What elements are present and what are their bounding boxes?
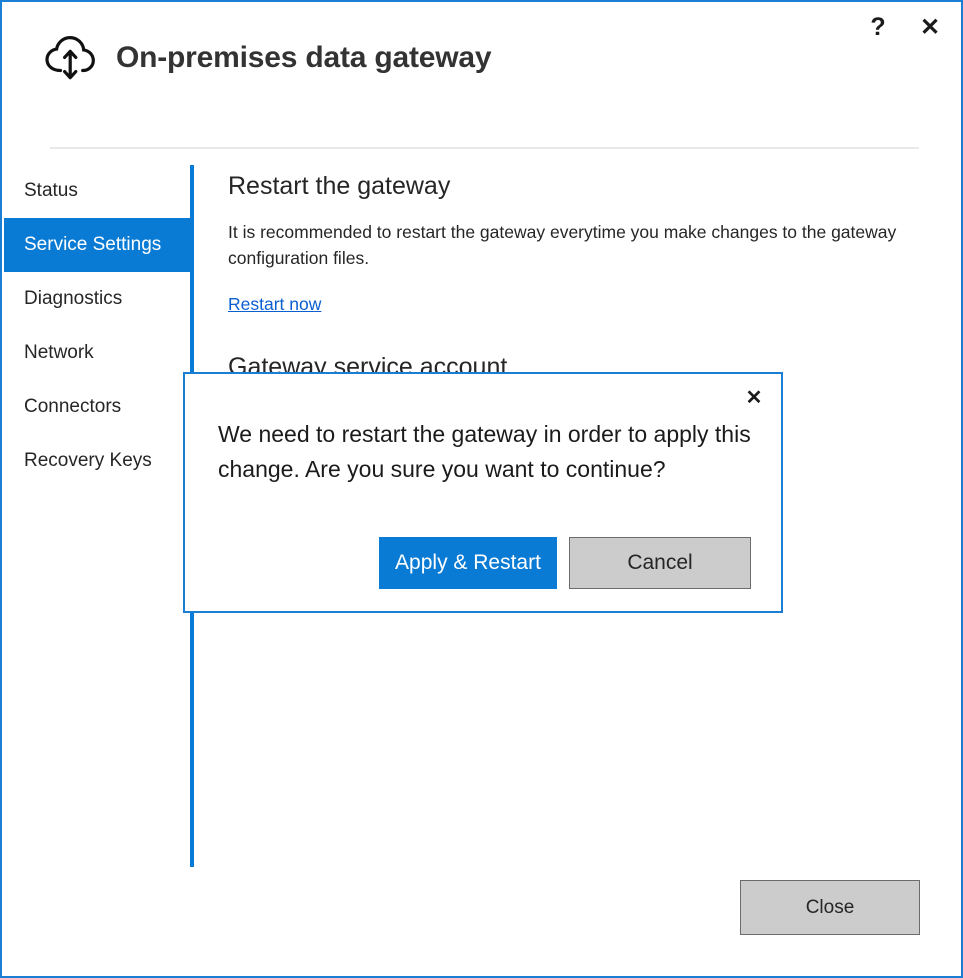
sidebar-item-connectors[interactable]: Connectors: [4, 380, 192, 434]
close-icon[interactable]: ✕: [909, 10, 951, 44]
sidebar-item-label: Diagnostics: [24, 288, 122, 310]
close-button[interactable]: Close: [740, 880, 920, 935]
cancel-button[interactable]: Cancel: [569, 537, 751, 589]
dialog-actions: Apply & Restart Cancel: [379, 537, 751, 589]
sidebar-item-label: Recovery Keys: [24, 450, 152, 472]
restart-confirmation-dialog: ✕ We need to restart the gateway in orde…: [183, 372, 783, 613]
sidebar-item-label: Status: [24, 180, 78, 202]
sidebar-item-status[interactable]: Status: [4, 164, 192, 218]
apply-and-restart-button[interactable]: Apply & Restart: [379, 537, 557, 589]
sidebar-item-label: Connectors: [24, 396, 121, 418]
dialog-message: We need to restart the gateway in order …: [218, 417, 758, 487]
gateway-window: ? ✕ On-premises data gateway Status Serv…: [0, 0, 963, 978]
app-header: On-premises data gateway: [40, 32, 491, 84]
sidebar: Status Service Settings Diagnostics Netw…: [4, 164, 192, 488]
sidebar-item-network[interactable]: Network: [4, 326, 192, 380]
sidebar-item-label: Network: [24, 342, 94, 364]
restart-now-link[interactable]: Restart now: [228, 294, 321, 315]
restart-section-body: It is recommended to restart the gateway…: [228, 219, 908, 272]
sidebar-item-label: Service Settings: [24, 234, 161, 256]
dialog-close-icon[interactable]: ✕: [737, 382, 771, 412]
sidebar-item-recovery-keys[interactable]: Recovery Keys: [4, 434, 192, 488]
restart-section-heading: Restart the gateway: [228, 172, 928, 201]
cloud-upload-download-icon: [40, 32, 100, 84]
sidebar-item-service-settings[interactable]: Service Settings: [4, 218, 192, 272]
page-title: On-premises data gateway: [116, 41, 491, 75]
titlebar-controls: ? ✕: [857, 10, 951, 44]
header-divider: [50, 147, 919, 149]
help-icon[interactable]: ?: [857, 10, 899, 44]
sidebar-item-diagnostics[interactable]: Diagnostics: [4, 272, 192, 326]
